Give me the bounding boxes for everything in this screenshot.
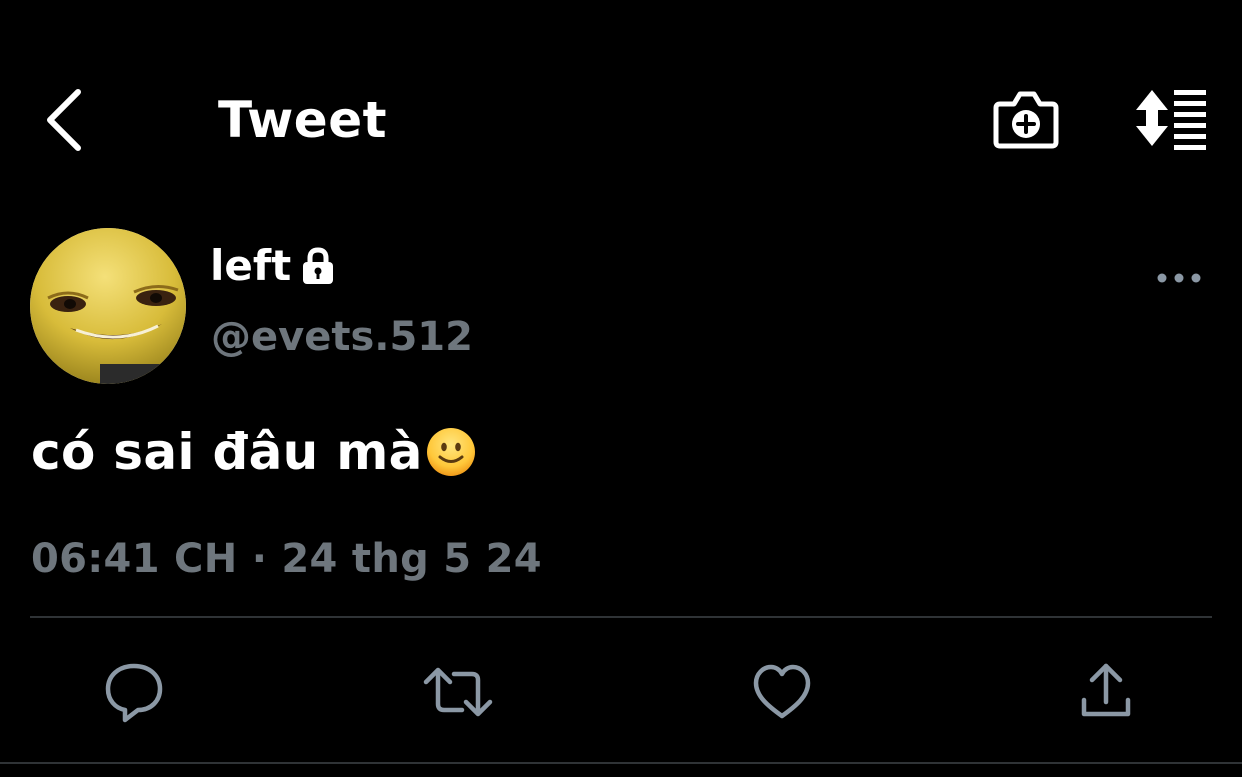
- reply-icon: [105, 663, 163, 723]
- reply-button[interactable]: [98, 656, 170, 728]
- camera-button[interactable]: [990, 84, 1062, 154]
- avatar[interactable]: [30, 228, 186, 384]
- divider: [0, 762, 1242, 764]
- camera-plus-icon: [993, 91, 1059, 149]
- share-icon: [1081, 663, 1131, 717]
- like-button[interactable]: [746, 656, 818, 728]
- display-name[interactable]: left: [210, 238, 291, 294]
- retweet-button[interactable]: [422, 656, 494, 728]
- more-options-button[interactable]: [1150, 256, 1208, 300]
- avatar-image: [30, 228, 186, 384]
- retweet-icon: [423, 667, 493, 717]
- heart-icon: [753, 664, 811, 719]
- tweet-body: có sai đâu mà: [31, 420, 477, 484]
- sort-list-icon: [1136, 90, 1206, 150]
- chevron-left-icon: [47, 89, 81, 151]
- divider: [30, 616, 1212, 618]
- slightly-smiling-face-emoji: [426, 428, 475, 476]
- page-title: Tweet: [218, 91, 388, 149]
- tweet-timestamp[interactable]: 06:41 CH · 24 thg 5 24: [31, 532, 542, 586]
- lock-icon: [303, 247, 334, 284]
- tweet-text: có sai đâu mà: [31, 423, 423, 481]
- more-icon: [1157, 273, 1201, 283]
- user-handle[interactable]: @evets.512: [211, 310, 473, 364]
- share-button[interactable]: [1070, 656, 1142, 728]
- author-name-row: left: [210, 238, 339, 294]
- back-button[interactable]: [40, 82, 100, 158]
- sort-button[interactable]: [1128, 84, 1212, 154]
